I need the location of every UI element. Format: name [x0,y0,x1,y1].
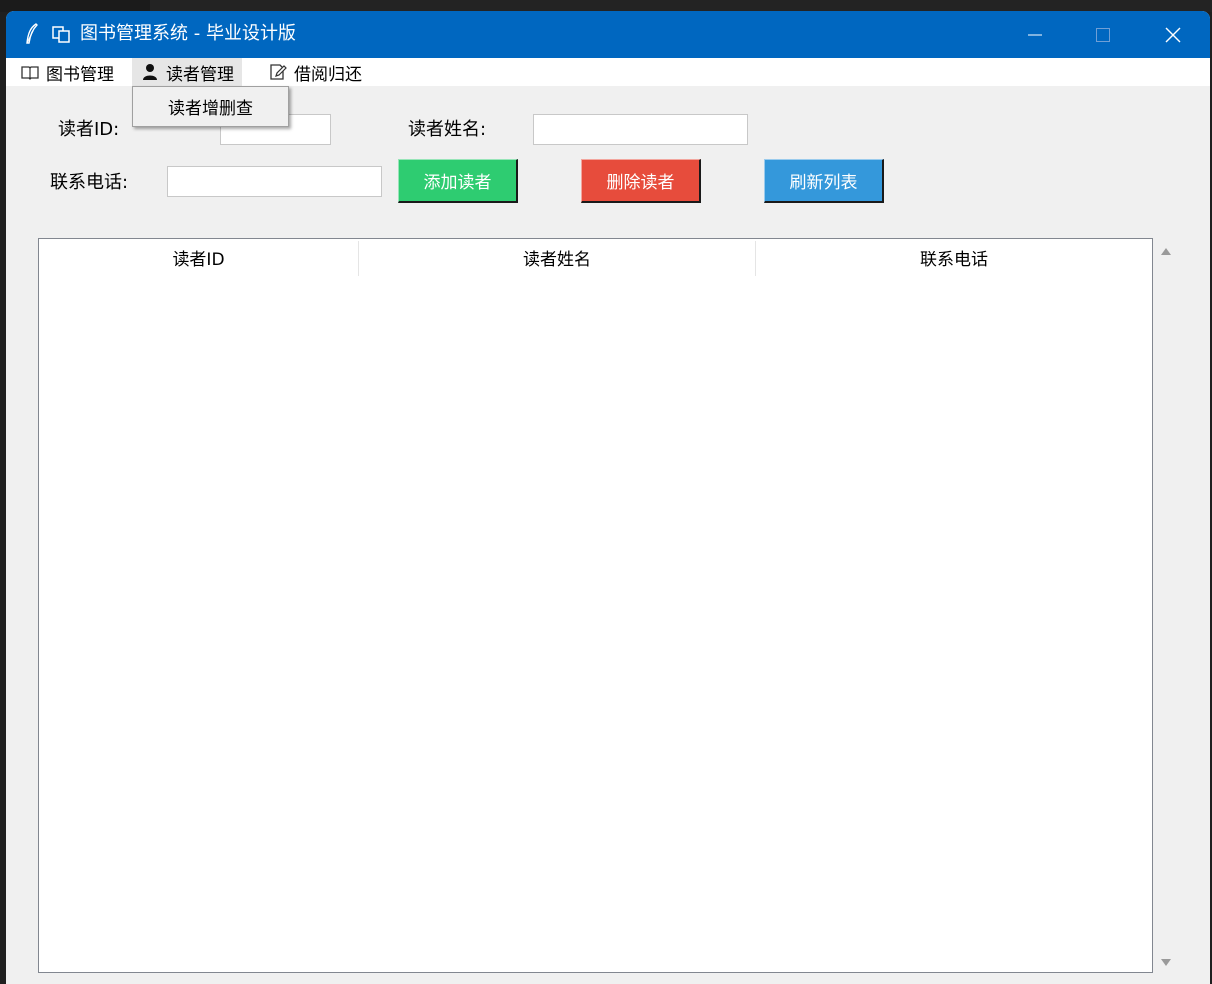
window-title: 图书管理系统 - 毕业设计版 [80,23,296,44]
reader-table[interactable]: 读者ID 读者姓名 联系电话 [38,238,1153,973]
maximize-icon [1096,27,1110,42]
app-window: 图书管理系统 - 毕业设计版 图书管理 读者管理 借阅归还 读者增删查 读者ID… [6,11,1210,984]
phone-label: 联系电话: [50,172,129,193]
menu-label-borrow: 借阅归还 [294,64,362,85]
book-icon [21,66,39,80]
column-header-reader-name[interactable]: 读者姓名 [359,239,755,276]
menu-label-books: 图书管理 [46,64,114,85]
column-header-phone[interactable]: 联系电话 [756,239,1152,276]
close-icon [1165,27,1181,42]
menu-label-readers: 读者管理 [166,64,234,85]
minimize-button[interactable] [1000,11,1070,58]
menu-borrow-return[interactable]: 借阅归还 [260,58,370,86]
table-scrollbar[interactable] [1154,238,1178,973]
table-header: 读者ID 读者姓名 联系电话 [39,239,1152,276]
menu-item-reader-crud[interactable]: 读者增删查 [133,87,288,126]
scroll-up-arrow-icon [1161,248,1171,255]
reader-id-label: 读者ID: [58,119,120,140]
scroll-down-button[interactable] [1154,954,1178,970]
minimize-icon [1028,34,1042,35]
refresh-list-button[interactable]: 刷新列表 [764,159,884,203]
person-icon [143,64,157,80]
add-reader-button[interactable]: 添加读者 [398,159,518,203]
title-bar[interactable]: 图书管理系统 - 毕业设计版 [6,11,1210,58]
maximize-button[interactable] [1068,11,1138,58]
menu-book-management[interactable]: 图书管理 [12,58,122,86]
menu-reader-management[interactable]: 读者管理 [132,58,242,86]
reader-menu-dropdown: 读者增删查 [132,86,289,127]
column-header-reader-id[interactable]: 读者ID [39,239,358,276]
close-button[interactable] [1138,11,1208,58]
delete-reader-button[interactable]: 删除读者 [581,159,701,203]
phone-input[interactable] [167,166,382,197]
copy-pages-icon [52,26,70,43]
reader-name-label: 读者姓名: [408,119,487,140]
scroll-up-button[interactable] [1154,244,1178,260]
feather-icon [26,23,38,44]
menu-bar: 图书管理 读者管理 借阅归还 [6,58,1210,86]
edit-icon [270,64,287,80]
scroll-down-arrow-icon [1161,959,1171,966]
reader-name-input[interactable] [533,114,748,145]
